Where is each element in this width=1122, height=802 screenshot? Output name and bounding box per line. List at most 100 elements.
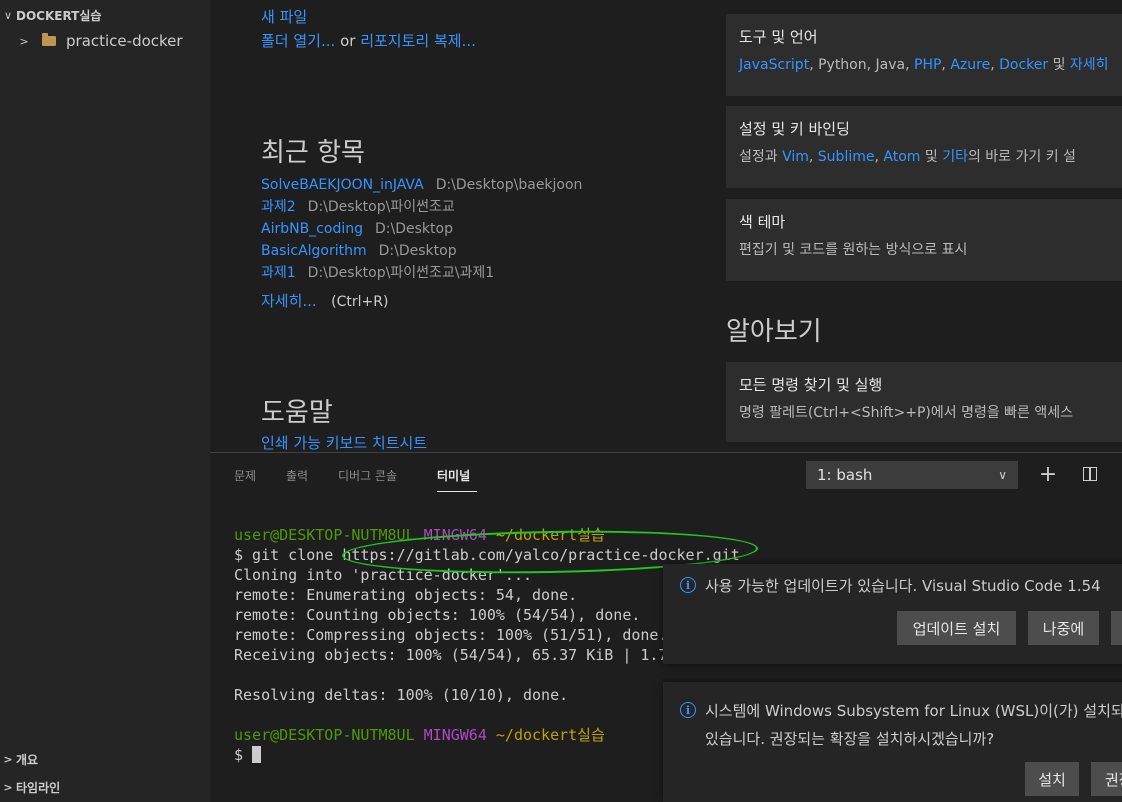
update-notification: i 사용 가능한 업데이트가 있습니다. Visual Studio Code … [663, 564, 1122, 664]
chevron-down-icon[interactable]: ∨ [1116, 462, 1122, 486]
new-file-link[interactable]: 새 파일 [261, 6, 307, 27]
install-update-button[interactable]: 업데이트 설치 [897, 611, 1016, 645]
more-tools-link[interactable]: 자세히 [1070, 57, 1109, 73]
terminal-env: MINGW64 [423, 726, 487, 744]
terminal-prompt-line: user@DESKTOP-NUTM8UL MINGW64 ~/dockert실습 [234, 525, 740, 545]
recent-item-path: D:\Desktop [378, 243, 457, 259]
recent-item[interactable]: 과제1 D:\Desktop\파이썬조교\과제1 [261, 262, 582, 284]
update-message: 사용 가능한 업데이트가 있습니다. Visual Studio Code 1.… [705, 577, 1101, 595]
terminal-command: $ git clone https://gitlab.com/yalco/pra… [234, 546, 740, 564]
open-folder-link[interactable]: 폴더 열기... [261, 32, 335, 50]
chevron-down-icon: ∨ [998, 468, 1007, 482]
atom-link[interactable]: Atom [883, 149, 920, 165]
card-desc: 설정과 Vim, Sublime, Atom 및 기타의 바로 가기 키 설 [739, 149, 1076, 165]
command-palette-card[interactable]: 모든 명령 찾기 및 실행 명령 팔레트(Ctrl+<Shift>+P)에서 명… [726, 362, 1122, 442]
recent-more-row: 자세히... (Ctrl+R) [261, 290, 582, 313]
explorer-root-header[interactable]: ∨ DOCKERT실습 [0, 4, 210, 26]
terminal-cwd: ~/dockert실습 [495, 526, 605, 544]
chevron-right-icon: > [19, 34, 29, 48]
learn-heading: 알아보기 [726, 317, 822, 347]
terminal-select-dropdown[interactable]: 1: bash ∨ [806, 461, 1018, 489]
release-notes-button[interactable] [1111, 611, 1122, 645]
explorer-root-title: DOCKERT실습 [16, 8, 102, 23]
card-desc: 편집기 및 코드를 원하는 방식으로 표시 [739, 242, 968, 258]
wsl-message-line2: 있습니다. 권장되는 확장을 설치하시겠습니까? [705, 730, 995, 748]
php-link[interactable]: PHP [914, 57, 941, 73]
folder-practice-docker[interactable]: > practice-docker [0, 30, 210, 52]
recent-item-name[interactable]: AirbNB_coding [261, 221, 363, 237]
explorer-sidebar: ∨ DOCKERT실습 > practice-docker > 개요 > 타임라… [0, 0, 210, 802]
split-terminal-icon[interactable] [1078, 462, 1102, 486]
recent-item-name[interactable]: 과제2 [261, 199, 296, 215]
recent-item-name[interactable]: 과제1 [261, 265, 296, 281]
tab-output[interactable]: 출력 [286, 467, 308, 484]
recent-item[interactable]: AirbNB_coding D:\Desktop [261, 218, 582, 240]
tools-languages-card[interactable]: 도구 및 언어 JavaScript, Python, Java, PHP, A… [726, 14, 1122, 96]
recent-item[interactable]: BasicAlgorithm D:\Desktop [261, 240, 582, 262]
folder-label: practice-docker [66, 32, 183, 50]
card-title: 도구 및 언어 [739, 28, 818, 46]
help-heading: 도움말 [261, 398, 333, 428]
recent-item-name[interactable]: BasicAlgorithm [261, 243, 367, 259]
install-extension-button[interactable]: 설치 [1025, 762, 1079, 796]
recent-heading: 최근 항목 [261, 138, 365, 168]
terminal-cwd: ~/dockert실습 [495, 726, 605, 744]
settings-suffix: 의 바로 가기 키 설 [967, 149, 1076, 165]
color-theme-card[interactable]: 색 테마 편집기 및 코드를 원하는 방식으로 표시 [726, 199, 1122, 281]
clone-repo-link[interactable]: 리포지토리 복제... [360, 32, 476, 50]
outline-section-header[interactable]: > 개요 [0, 748, 210, 770]
other-link[interactable]: 기타 [942, 149, 968, 165]
welcome-page: 새 파일 폴더 열기... or 리포지토리 복제... 최근 항목 Solve… [210, 0, 1122, 452]
timeline-label: 타임라인 [16, 780, 61, 795]
vim-link[interactable]: Vim [782, 149, 809, 165]
recent-more-link[interactable]: 자세히... [261, 292, 317, 310]
recent-item[interactable]: 과제2 D:\Desktop\파이썬조교 [261, 196, 582, 218]
terminal-user-host: user@DESKTOP-NUTM8UL [234, 526, 415, 544]
recent-item[interactable]: SolveBAEKJOON_inJAVA D:\Desktop\baekjoon [261, 174, 582, 196]
active-tab-indicator [437, 491, 477, 492]
recent-list: SolveBAEKJOON_inJAVA D:\Desktop\baekjoon … [261, 174, 582, 313]
recent-item-name[interactable]: SolveBAEKJOON_inJAVA [261, 177, 424, 193]
terminal-select-value: 1: bash [817, 466, 873, 484]
recent-item-path: D:\Desktop [375, 221, 453, 237]
info-icon: i [680, 702, 696, 718]
terminal-prompt-symbol: $ [234, 746, 253, 764]
chevron-right-icon: > [3, 752, 13, 766]
outline-label: 개요 [16, 752, 39, 767]
terminal-user-host: user@DESKTOP-NUTM8UL [234, 726, 415, 744]
sublime-link[interactable]: Sublime [818, 149, 875, 165]
info-icon: i [680, 577, 696, 593]
or-text: or [340, 32, 356, 50]
recent-item-path: D:\Desktop\파이썬조교\과제1 [307, 265, 495, 281]
open-folder-line: 폴더 열기... or 리포지토리 복제... [261, 30, 476, 51]
recent-more-shortcut: (Ctrl+R) [331, 294, 389, 310]
tab-debug-console[interactable]: 디버그 콘솔 [338, 467, 397, 484]
and-text: 및 [1048, 57, 1070, 73]
card-title: 모든 명령 찾기 및 실행 [739, 376, 883, 394]
terminal-cursor [252, 746, 262, 763]
settings-prefix: 설정과 [739, 149, 783, 165]
timeline-section-header[interactable]: > 타임라인 [0, 776, 210, 798]
plus-icon[interactable]: + [1036, 462, 1060, 487]
recent-item-path: D:\Desktop\파이썬조교 [307, 199, 455, 215]
python-java-text: Python, Java, [818, 57, 914, 73]
settings-mid: 및 [920, 149, 943, 165]
chevron-right-icon: > [3, 780, 13, 794]
azure-link[interactable]: Azure [950, 57, 990, 73]
tab-terminal[interactable]: 터미널 [437, 467, 470, 484]
wsl-message-line1: 시스템에 Windows Subsystem for Linux (WSL)이(… [705, 702, 1122, 720]
later-button[interactable]: 나중에 [1028, 611, 1099, 645]
card-title: 설정 및 키 바인딩 [739, 120, 850, 138]
card-desc: 명령 팔레트(Ctrl+<Shift>+P)에서 명령을 빠른 액세스 [739, 405, 1074, 421]
wsl-notification: i 시스템에 Windows Subsystem for Linux (WSL)… [663, 682, 1122, 802]
docker-link[interactable]: Docker [999, 57, 1048, 73]
settings-keybindings-card[interactable]: 설정 및 키 바인딩 설정과 Vim, Sublime, Atom 및 기타의 … [726, 106, 1122, 188]
tab-problems[interactable]: 문제 [234, 467, 256, 484]
recommended-button[interactable]: 권장 [1091, 762, 1122, 796]
recent-item-path: D:\Desktop\baekjoon [435, 177, 583, 193]
folder-icon [42, 33, 56, 46]
card-title: 색 테마 [739, 213, 786, 231]
chevron-down-icon: ∨ [3, 8, 13, 22]
keyboard-cheatsheet-link[interactable]: 인쇄 가능 키보드 치트시트 [261, 432, 427, 452]
javascript-link[interactable]: JavaScript [739, 57, 809, 73]
